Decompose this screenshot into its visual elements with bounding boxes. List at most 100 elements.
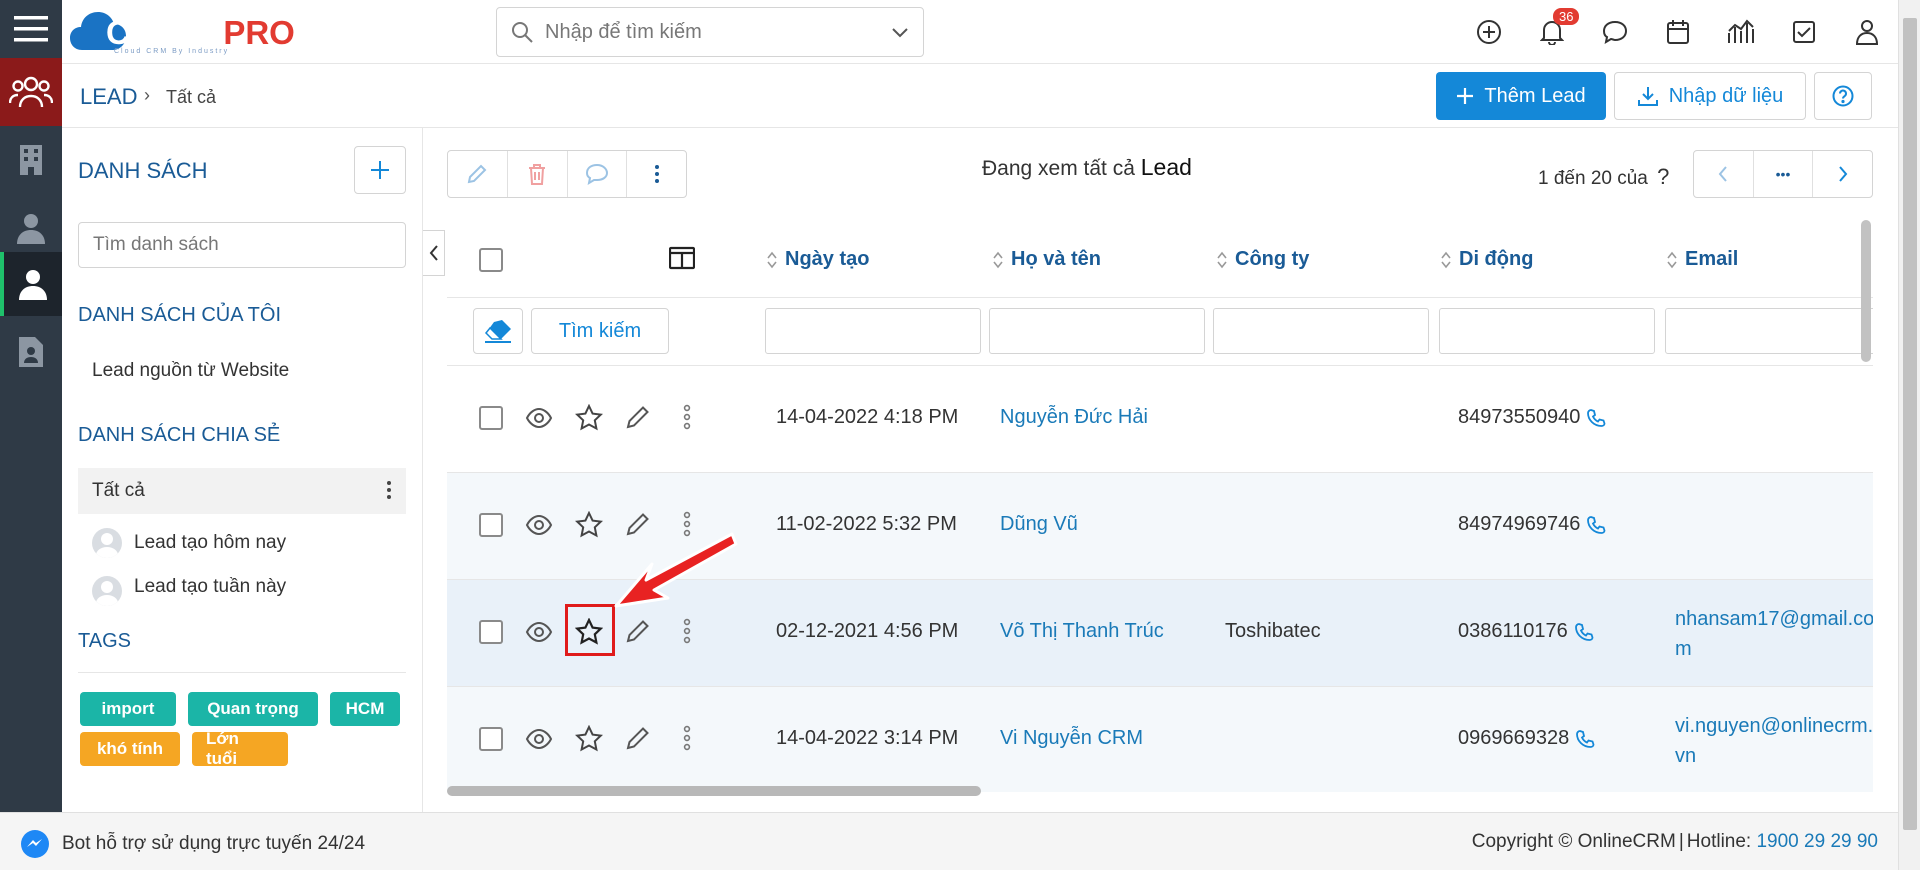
more-vertical-icon[interactable] bbox=[386, 480, 392, 500]
eye-icon[interactable] bbox=[525, 511, 553, 539]
star-icon[interactable] bbox=[575, 511, 603, 539]
tag-important[interactable]: Quan trọng bbox=[188, 692, 318, 726]
list-item-today[interactable]: Lead tạo hôm nay bbox=[78, 520, 406, 566]
pagination-range: 1 đến 20 của bbox=[1538, 168, 1648, 189]
phone-icon[interactable] bbox=[1574, 622, 1594, 642]
phone-icon[interactable] bbox=[1586, 408, 1606, 428]
user-profile-icon[interactable] bbox=[1835, 0, 1898, 64]
list-item-website-leads[interactable]: Lead nguồn từ Website bbox=[78, 348, 406, 394]
more-actions-button[interactable] bbox=[627, 151, 686, 197]
clear-filter-button[interactable] bbox=[473, 308, 523, 354]
star-icon[interactable] bbox=[575, 404, 603, 432]
cell-email[interactable]: vi.nguyen@onlinecrm.vn bbox=[1675, 711, 1873, 771]
table-row[interactable]: 14-04-2022 3:14 PM Vi Nguyễn CRM 0969669… bbox=[447, 687, 1873, 792]
pencil-icon[interactable] bbox=[625, 725, 651, 751]
document-icon[interactable] bbox=[0, 320, 62, 384]
cell-full-name[interactable]: Nguyễn Đức Hải bbox=[1000, 406, 1148, 429]
more-vertical-icon[interactable] bbox=[683, 725, 691, 751]
tag-hcm[interactable]: HCM bbox=[330, 692, 400, 726]
collapse-panel-button[interactable] bbox=[423, 230, 445, 276]
cloudpro-logo[interactable]: CLOUDPRO Cloud CRM By Industry bbox=[70, 6, 300, 55]
column-company[interactable]: Công ty bbox=[1217, 248, 1309, 271]
table-vertical-scrollbar[interactable] bbox=[1861, 220, 1871, 362]
notification-bell-icon[interactable]: 36 bbox=[1520, 0, 1583, 64]
table-header: Ngày tạo Họ và tên Công ty Di động Email bbox=[447, 220, 1873, 298]
star-icon[interactable] bbox=[575, 725, 603, 753]
next-page-button[interactable] bbox=[1813, 151, 1872, 197]
phone-icon[interactable] bbox=[1586, 515, 1606, 535]
eye-icon[interactable] bbox=[525, 725, 553, 753]
column-mobile[interactable]: Di động bbox=[1441, 248, 1533, 271]
comment-button[interactable] bbox=[568, 151, 628, 197]
add-lead-button[interactable]: Thêm Lead bbox=[1436, 72, 1606, 120]
pencil-icon bbox=[468, 164, 487, 184]
building-icon[interactable] bbox=[0, 126, 62, 194]
list-item-all[interactable]: Tất cả bbox=[78, 468, 406, 514]
menu-icon[interactable] bbox=[0, 0, 62, 58]
table-row[interactable]: 14-04-2022 4:18 PM Nguyễn Đức Hải 849735… bbox=[447, 366, 1873, 473]
row-checkbox[interactable] bbox=[479, 406, 503, 430]
task-checkbox-icon[interactable] bbox=[1772, 0, 1835, 64]
page-scroll-thumb[interactable] bbox=[1903, 18, 1917, 830]
select-all-checkbox[interactable] bbox=[479, 248, 503, 272]
filter-email[interactable] bbox=[1665, 308, 1873, 354]
column-layout-icon[interactable] bbox=[669, 246, 695, 270]
hotline-number[interactable]: 1900 29 29 90 bbox=[1756, 831, 1878, 852]
chevron-down-icon[interactable] bbox=[891, 25, 909, 39]
table-horizontal-scrollbar[interactable] bbox=[447, 786, 981, 796]
phone-icon[interactable] bbox=[1575, 729, 1595, 749]
pagination-total[interactable]: ? bbox=[1657, 164, 1669, 189]
filter-mobile[interactable] bbox=[1439, 308, 1655, 354]
pencil-icon[interactable] bbox=[625, 618, 651, 644]
cell-full-name[interactable]: Võ Thị Thanh Trúc bbox=[1000, 620, 1164, 643]
sort-icon bbox=[1441, 251, 1451, 268]
cell-full-name[interactable]: Dũng Vũ bbox=[1000, 513, 1078, 536]
add-list-button[interactable] bbox=[354, 146, 406, 194]
filter-created-date[interactable] bbox=[765, 308, 981, 354]
report-chart-icon[interactable] bbox=[1709, 0, 1772, 64]
edit-button[interactable] bbox=[448, 151, 508, 197]
list-item-this-week[interactable]: Lead tạo tuần này bbox=[78, 572, 406, 608]
row-checkbox[interactable] bbox=[479, 513, 503, 537]
lead-icon[interactable] bbox=[0, 252, 62, 316]
list-search-input[interactable] bbox=[78, 222, 406, 268]
tags-title: TAGS bbox=[78, 630, 131, 652]
filter-search-button[interactable]: Tìm kiếm bbox=[531, 308, 669, 354]
prev-page-button[interactable] bbox=[1694, 151, 1754, 197]
pencil-icon[interactable] bbox=[625, 404, 651, 430]
delete-button[interactable] bbox=[508, 151, 568, 197]
add-circle-icon[interactable] bbox=[1457, 0, 1520, 64]
more-vertical-icon[interactable] bbox=[683, 404, 691, 430]
plus-icon bbox=[1457, 88, 1474, 104]
tag-import[interactable]: import bbox=[80, 692, 176, 726]
eye-icon[interactable] bbox=[525, 618, 553, 646]
users-group-icon[interactable] bbox=[0, 58, 62, 126]
global-search-input[interactable] bbox=[545, 20, 875, 44]
eye-icon[interactable] bbox=[525, 404, 553, 432]
filter-company[interactable] bbox=[1213, 308, 1429, 354]
import-data-button[interactable]: Nhập dữ liệu bbox=[1614, 72, 1806, 120]
mobile-number: 0386110176 bbox=[1458, 620, 1568, 642]
breadcrumb-module[interactable]: LEAD bbox=[80, 84, 137, 110]
tag-difficult[interactable]: khó tính bbox=[80, 732, 180, 766]
page-more-button[interactable]: ••• bbox=[1754, 151, 1814, 197]
cell-full-name[interactable]: Vi Nguyễn CRM bbox=[1000, 727, 1143, 750]
chat-bot-link[interactable]: Bot hỗ trợ sử dụng trực tuyến 24/24 bbox=[20, 829, 365, 859]
calendar-icon[interactable] bbox=[1646, 0, 1709, 64]
column-created-date[interactable]: Ngày tạo bbox=[767, 248, 869, 271]
tag-elderly[interactable]: Lớn tuổi bbox=[192, 729, 288, 768]
filter-full-name[interactable] bbox=[989, 308, 1205, 354]
page-vertical-scrollbar[interactable] bbox=[1898, 0, 1920, 870]
column-email[interactable]: Email bbox=[1667, 248, 1738, 271]
my-lists-title: DANH SÁCH CỦA TÔI bbox=[78, 304, 281, 326]
cell-email[interactable]: nhansam17@gmail.com bbox=[1675, 604, 1873, 664]
copyright: Copyright © OnlineCRM | Hotline: 1900 29 2… bbox=[1472, 831, 1878, 853]
cell-created-date: 02-12-2021 4:56 PM bbox=[776, 620, 959, 642]
global-search[interactable] bbox=[496, 7, 924, 57]
help-button[interactable] bbox=[1814, 72, 1872, 120]
more-vertical-icon[interactable] bbox=[683, 618, 691, 644]
chat-icon[interactable] bbox=[1583, 0, 1646, 64]
row-checkbox[interactable] bbox=[479, 727, 503, 751]
row-checkbox[interactable] bbox=[479, 620, 503, 644]
column-full-name[interactable]: Họ và tên bbox=[993, 248, 1101, 271]
